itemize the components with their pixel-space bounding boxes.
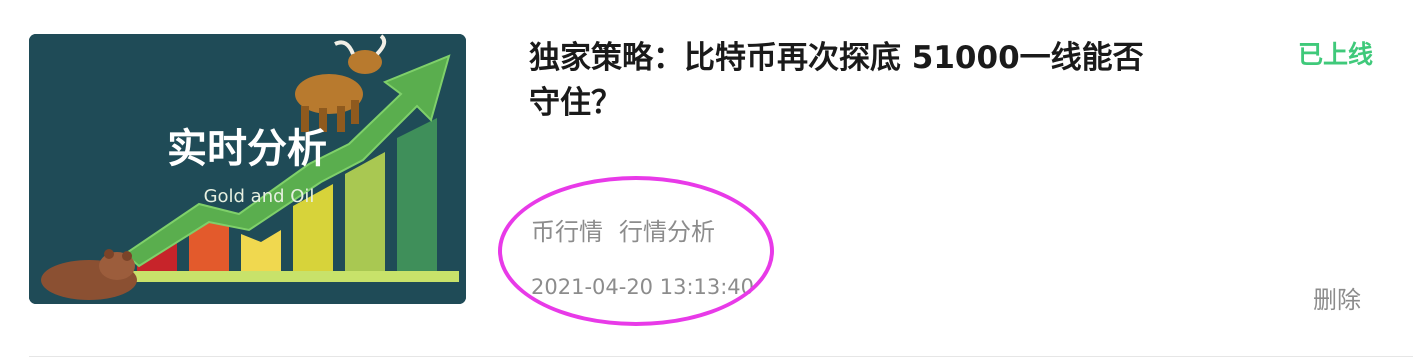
tag-coin-market[interactable]: 币行情: [531, 212, 603, 247]
thumbnail-ground: [129, 271, 459, 282]
article-thumbnail[interactable]: 实时分析 Gold and Oil: [29, 34, 466, 304]
thumbnail-image: 实时分析 Gold and Oil: [29, 34, 466, 304]
delete-button[interactable]: 删除: [1313, 280, 1361, 315]
annotation-ellipse: [498, 176, 774, 326]
tag-market-analysis[interactable]: 行情分析: [619, 212, 715, 247]
article-card: 实时分析 Gold and Oil 独家策略：比特币再次探底 51000一线能否…: [0, 0, 1413, 359]
chart-bar-6: [397, 118, 437, 271]
thumbnail-caption-en: Gold and Oil: [204, 186, 315, 207]
divider: [29, 356, 1413, 357]
thumbnail-caption-cn: 实时分析: [167, 125, 327, 172]
article-title[interactable]: 独家策略：比特币再次探底 51000一线能否守住？: [529, 36, 1169, 126]
status-badge: 已上线: [1297, 40, 1373, 69]
publish-timestamp: 2021-04-20 13:13:40: [531, 275, 755, 299]
tag-list: 币行情 行情分析: [531, 212, 715, 247]
